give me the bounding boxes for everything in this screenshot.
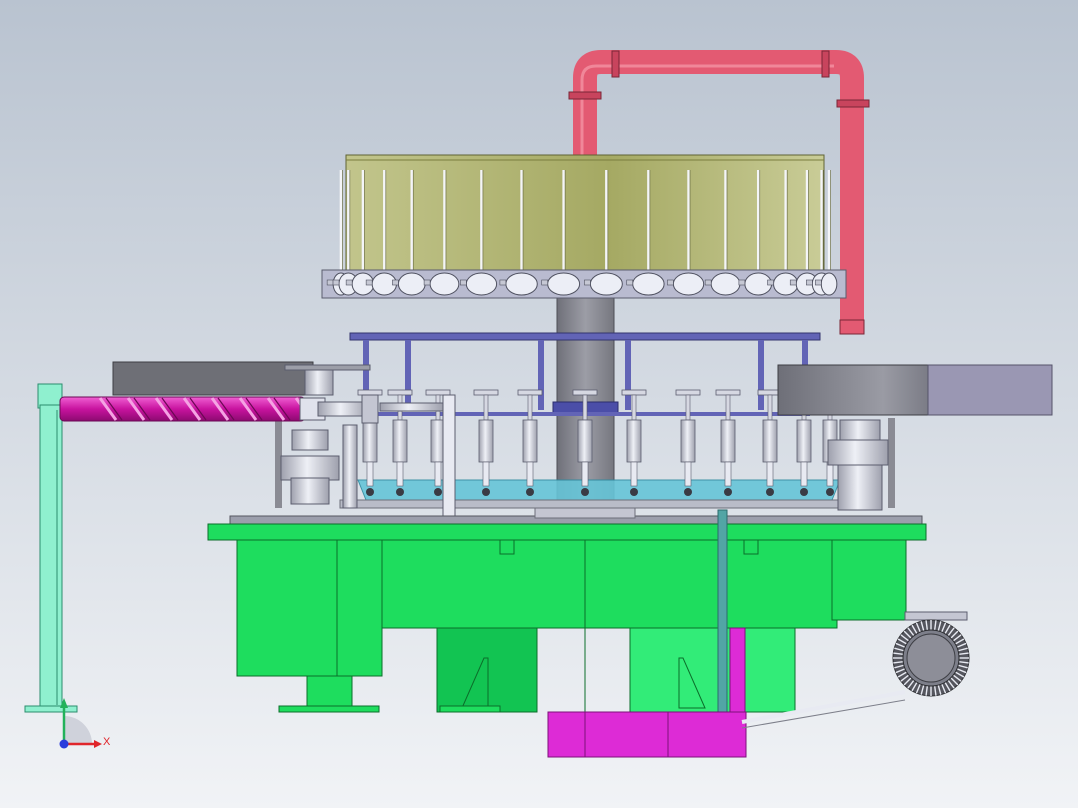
filling-valve[interactable] bbox=[505, 272, 538, 296]
pipe-flange bbox=[568, 91, 602, 100]
drive-housing-top bbox=[112, 361, 314, 396]
filling-valve[interactable] bbox=[710, 272, 741, 296]
filling-valve[interactable] bbox=[547, 272, 581, 296]
filling-valve[interactable] bbox=[672, 272, 705, 296]
filling-valve[interactable] bbox=[429, 272, 460, 296]
filling-valve[interactable] bbox=[397, 272, 426, 296]
table-rim bbox=[534, 507, 636, 519]
auger-shaft bbox=[317, 401, 369, 417]
pipe-end bbox=[839, 319, 865, 335]
pipe-flange bbox=[836, 99, 870, 108]
filling-valve[interactable] bbox=[465, 272, 498, 296]
x-axis-label: X bbox=[103, 736, 111, 748]
pipe-flange bbox=[611, 50, 620, 78]
motor-hub bbox=[906, 633, 956, 683]
filling-valve[interactable] bbox=[589, 272, 623, 296]
filling-bowl[interactable] bbox=[321, 154, 847, 299]
pipe-flange bbox=[821, 50, 830, 78]
cad-model-render[interactable]: X bbox=[0, 0, 1078, 808]
filling-valve[interactable] bbox=[820, 272, 838, 296]
cad-viewport[interactable]: X bbox=[0, 0, 1078, 808]
drive-shaft-vertical bbox=[717, 509, 728, 713]
bottle-conveyor-tray[interactable] bbox=[339, 479, 861, 509]
support-rod bbox=[888, 418, 895, 508]
filling-valve[interactable] bbox=[632, 272, 665, 296]
